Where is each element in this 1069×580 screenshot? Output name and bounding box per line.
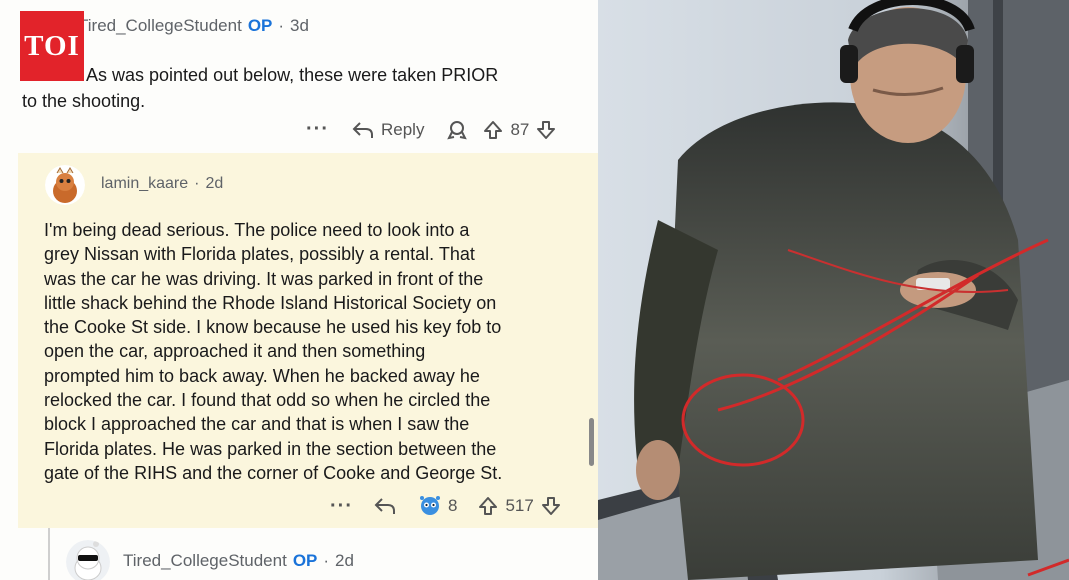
comment-2-line: prompted him to back away. When he backe… [44, 365, 480, 386]
award-count: 8 [447, 496, 458, 515]
op-badge: OP [292, 551, 318, 570]
downvote-icon[interactable] [535, 119, 557, 141]
reply-button[interactable]: Reply [351, 119, 424, 141]
more-icon[interactable]: ··· [306, 118, 329, 141]
upvote-icon[interactable] [482, 119, 504, 141]
comment-1-line-1: As was pointed out below, these were tak… [86, 65, 499, 85]
comment-1-actions: ··· Reply 87 [306, 118, 557, 141]
comment-3-meta: Tired_CollegeStudent OP · 2d [123, 551, 354, 571]
comment-2-actions: ··· 8 517 [330, 494, 562, 518]
comment-2-line: gate of the RIHS and the corner of Cooke… [44, 462, 503, 483]
comment-1-line-2: to the shooting. [22, 91, 146, 111]
comment-2-line: grey Nissan with Florida plates, possibl… [44, 244, 475, 265]
reply-icon[interactable] [373, 495, 397, 517]
avatar-icon[interactable] [66, 540, 110, 580]
comment-2-meta: lamin_kaare · 2d [101, 175, 223, 193]
reply-icon [352, 121, 373, 138]
scrollbar[interactable] [589, 418, 594, 466]
photo-image [598, 0, 1069, 580]
comment-2-time: 2d [205, 175, 224, 192]
comment-1-body: As was pointed out below, these were tak… [22, 62, 592, 114]
comment-2-body: I'm being dead serious. The police need … [44, 218, 589, 485]
surveillance-photo [598, 0, 1069, 580]
toi-logo: TOI [20, 11, 84, 81]
comment-2-line: was the car he was driving. It was parke… [44, 268, 484, 289]
meta-separator: · [323, 551, 330, 570]
award-icon[interactable] [417, 494, 443, 518]
comment-3-time: 2d [335, 551, 354, 570]
more-icon[interactable]: ··· [330, 495, 353, 518]
op-badge: OP [247, 16, 273, 35]
award-icon[interactable] [446, 119, 468, 141]
comment-2-line: Florida plates. He was parked in the sec… [44, 438, 497, 459]
comment-2-score: 517 [505, 496, 534, 515]
meta-separator: · [278, 16, 285, 35]
comment-panel: TOI Tired_CollegeStudent OP · 3d As was poi… [0, 0, 598, 580]
comment-1-time: 3d [290, 16, 309, 35]
comment-2-line: little shack behind the Rhode Island His… [44, 292, 497, 313]
comment-2-line: I'm being dead serious. The police need … [44, 220, 470, 240]
comment-2-line: block I approached the car and that is w… [44, 414, 470, 435]
comment-1-meta: Tired_CollegeStudent OP · 3d [78, 16, 309, 36]
comment-2-author[interactable]: lamin_kaare [101, 175, 188, 192]
reply-label: Reply [380, 119, 425, 139]
upvote-icon[interactable] [477, 495, 499, 517]
downvote-icon[interactable] [540, 495, 562, 517]
meta-separator: · [194, 175, 200, 192]
thread-line [48, 528, 50, 580]
avatar-icon[interactable] [45, 165, 85, 205]
comment-3-author[interactable]: Tired_CollegeStudent [123, 551, 287, 570]
comment-1-score: 87 [510, 119, 530, 139]
comment-2-line: open the car, approached it and then som… [44, 341, 426, 362]
comment-2-line: relocked the car. I found that odd so wh… [44, 390, 491, 411]
comment-1-author[interactable]: Tired_CollegeStudent [78, 16, 242, 35]
comment-2-line: the Cooke St side. I know because he use… [44, 317, 502, 338]
